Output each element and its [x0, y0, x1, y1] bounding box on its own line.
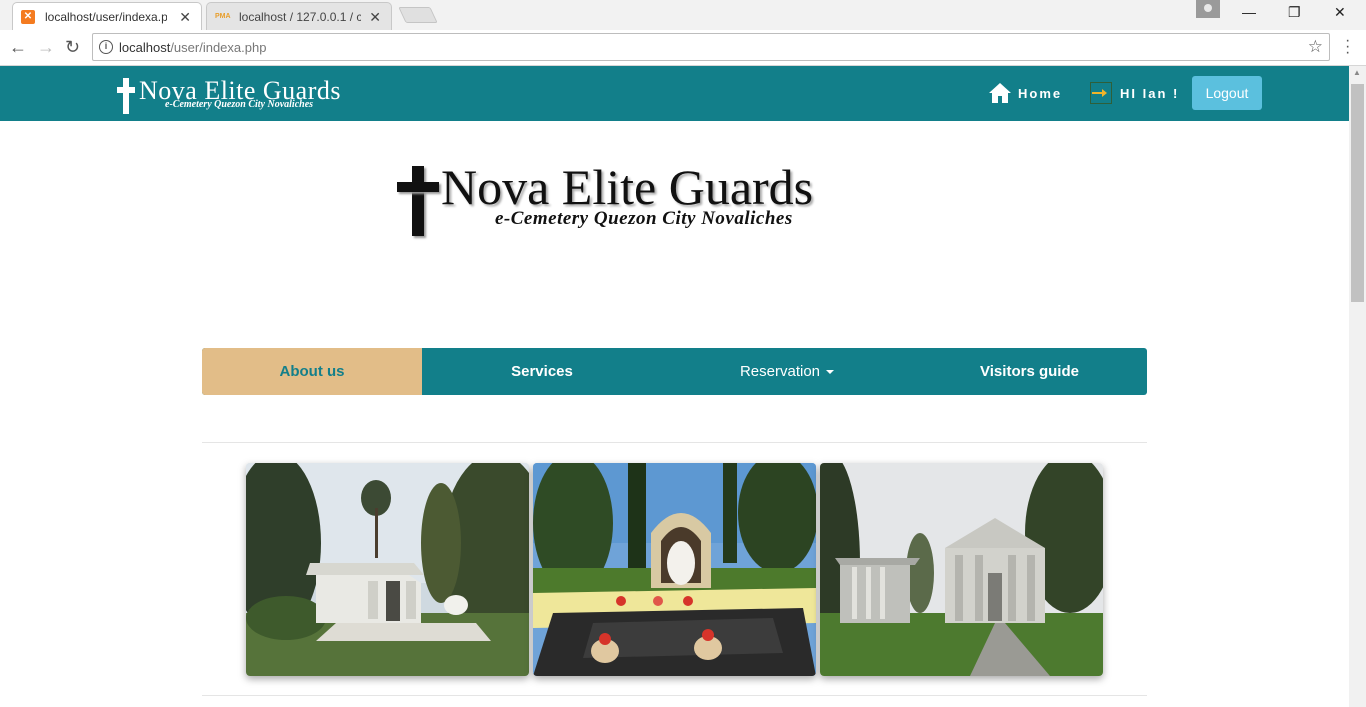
nav-about-us[interactable]: About us	[202, 348, 422, 395]
reload-icon[interactable]: ↻	[65, 37, 80, 58]
nav-reservation-dropdown[interactable]: Reservation	[662, 348, 912, 395]
info-icon[interactable]: i	[99, 40, 113, 54]
url-path: /user/indexa.php	[170, 40, 267, 55]
url-host: localhost	[119, 40, 171, 55]
user-greeting-link[interactable]: HI Ian !	[1090, 80, 1179, 106]
cross-icon	[117, 78, 135, 114]
divider	[202, 695, 1147, 696]
tab-close-icon[interactable]: ✕	[179, 9, 191, 26]
nav-label: Visitors guide	[980, 363, 1079, 380]
memorial-garden-photo-graphic	[533, 463, 816, 676]
mausoleum-photo-2	[820, 463, 1103, 676]
forward-arrow-icon[interactable]: →	[37, 37, 55, 58]
mausoleum-photo-1	[246, 463, 529, 676]
nav-visitors-guide[interactable]: Visitors guide	[912, 348, 1147, 395]
home-icon	[989, 83, 1011, 103]
site-header: Nova Elite Guards e-Cemetery Quezon City…	[0, 66, 1349, 121]
profile-icon[interactable]	[1196, 0, 1220, 18]
hero-logo: Nova Elite Guards e-Cemetery Quezon City…	[395, 159, 895, 239]
browser-tab-phpmyadmin[interactable]: PMA localhost / 127.0.0.1 / ce ✕	[206, 2, 392, 30]
logout-button[interactable]: Logout	[1192, 76, 1262, 110]
address-bar[interactable]: i localhost/user/indexa.php ☆	[92, 33, 1330, 61]
memorial-garden-photo	[533, 463, 816, 676]
cross-icon	[397, 166, 439, 236]
header-logo[interactable]: Nova Elite Guards e-Cemetery Quezon City…	[113, 74, 373, 114]
url-text[interactable]: localhost/user/indexa.php	[119, 40, 266, 55]
browser-menu-icon[interactable]: · · ·	[1345, 33, 1350, 61]
tab-title: localhost / 127.0.0.1 / ce	[239, 9, 361, 24]
home-label: Home	[1018, 85, 1063, 101]
header-logo-tagline: e-Cemetery Quezon City Novaliches	[165, 99, 314, 110]
nav-label: About us	[279, 363, 345, 380]
back-arrow-icon[interactable]: ←	[9, 37, 27, 58]
browser-toolbar: ← → ↻ i localhost/user/indexa.php ☆ · · ·	[0, 30, 1366, 66]
window-close-button[interactable]: ✕	[1334, 4, 1346, 21]
browser-tabstrip: ✕ localhost/user/indexa.ph ✕ PMA localho…	[0, 0, 1366, 30]
nav-services[interactable]: Services	[422, 348, 662, 395]
hero-tagline: e-Cemetery Quezon City Novaliches	[495, 208, 793, 229]
nav-label: Reservation	[739, 363, 821, 380]
scroll-thumb[interactable]	[1351, 84, 1364, 302]
bookmark-star-icon[interactable]: ☆	[1308, 37, 1323, 57]
sign-in-icon	[1090, 82, 1112, 104]
main-nav: About us Services Reservation Visitors g…	[202, 348, 1147, 395]
xampp-icon: ✕	[21, 10, 35, 24]
new-tab-button[interactable]	[398, 7, 438, 23]
mausoleum-photo-1-graphic	[246, 463, 529, 676]
home-link[interactable]: Home	[988, 80, 1062, 106]
minimize-button[interactable]: —	[1242, 4, 1256, 20]
mausoleum-photo-2-graphic	[820, 463, 1103, 676]
scroll-up-arrow-icon[interactable]: ▲	[1353, 68, 1361, 77]
phpmyadmin-icon: PMA	[215, 13, 231, 20]
tab-close-icon[interactable]: ✕	[369, 9, 381, 26]
page-viewport: Nova Elite Guards e-Cemetery Quezon City…	[0, 66, 1349, 707]
restore-button[interactable]: ❐	[1288, 4, 1301, 21]
nav-label: Services	[511, 363, 573, 380]
caret-down-icon	[826, 369, 835, 374]
page-scrollbar[interactable]: ▲	[1349, 66, 1366, 707]
divider	[202, 442, 1147, 443]
browser-tab-active[interactable]: ✕ localhost/user/indexa.ph ✕	[12, 2, 202, 30]
user-greeting: HI Ian !	[1120, 85, 1180, 101]
tab-title: localhost/user/indexa.ph	[45, 9, 167, 24]
